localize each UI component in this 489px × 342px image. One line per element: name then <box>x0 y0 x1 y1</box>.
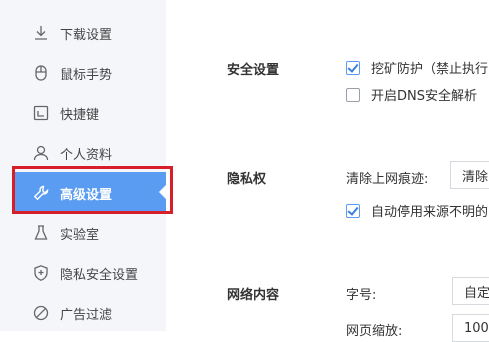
clear-traces-button[interactable]: 清除 <box>450 161 489 189</box>
sidebar-item-profile[interactable]: 个人资料 <box>12 133 166 173</box>
font-size-value: 自定 <box>464 285 489 301</box>
active-indicator-arrow <box>159 184 167 200</box>
sidebar-item-label: 高级设置 <box>60 187 113 203</box>
section-title-security: 安全设置 <box>227 63 280 78</box>
wrench-icon <box>32 184 50 202</box>
section-title-web-content: 网络内容 <box>227 288 280 303</box>
flask-icon <box>32 224 50 242</box>
sidebar-item-label: 快捷键 <box>60 107 100 123</box>
dns-security-label: 开启DNS安全解析 <box>371 89 477 104</box>
sidebar-item-download-settings[interactable]: 下载设置 <box>12 13 166 53</box>
sidebar-item-label: 隐私安全设置 <box>60 267 139 283</box>
sidebar-item-mouse-gestures[interactable]: 鼠标手势 <box>12 53 166 93</box>
sidebar-item-advanced-settings[interactable]: 高级设置 <box>12 172 167 214</box>
section-title-privacy: 隐私权 <box>227 172 267 187</box>
font-size-select[interactable]: 自定 <box>452 277 489 305</box>
auto-stop-label: 自动停用来源不明的 <box>371 205 489 220</box>
zoom-value: 100% <box>464 320 489 336</box>
sidebar-item-label: 广告过滤 <box>60 307 113 323</box>
sidebar-item-shortcuts[interactable]: 快捷键 <box>12 93 166 133</box>
sidebar-item-lab[interactable]: 实验室 <box>12 213 166 253</box>
zoom-select[interactable]: 100% <box>452 314 489 342</box>
user-icon <box>32 144 50 162</box>
sidebar-item-label: 下载设置 <box>60 27 113 43</box>
mining-protection-label: 挖矿防护（禁止执行 <box>371 62 489 77</box>
dns-security-option[interactable]: 开启DNS安全解析 <box>346 85 477 104</box>
mining-protection-checkbox[interactable] <box>346 60 360 75</box>
sidebar-item-label: 鼠标手势 <box>60 67 113 83</box>
sidebar-item-ad-filter[interactable]: 广告过滤 <box>12 293 166 333</box>
dns-security-checkbox[interactable] <box>346 87 360 102</box>
auto-stop-checkbox[interactable] <box>346 203 360 218</box>
clear-traces-button-label: 清除 <box>462 169 489 185</box>
download-icon <box>32 24 50 42</box>
zoom-label: 网页缩放: <box>346 324 403 339</box>
font-size-label: 字号: <box>346 288 377 303</box>
shield-icon <box>32 264 50 282</box>
mouse-icon <box>32 64 50 82</box>
settings-sidebar: 下载设置 鼠标手势 快捷键 个人资料 高级设置 实验室 隐私安全设置 广告过滤 <box>0 0 173 333</box>
block-icon <box>32 304 50 322</box>
clear-traces-label: 清除上网痕迹: <box>346 172 429 187</box>
sidebar-item-label: 实验室 <box>60 227 100 243</box>
sidebar-item-privacy-security[interactable]: 隐私安全设置 <box>12 253 166 293</box>
sidebar-item-label: 个人资料 <box>60 147 113 163</box>
keyboard-icon <box>32 104 50 122</box>
auto-stop-option[interactable]: 自动停用来源不明的 <box>346 201 488 220</box>
mining-protection-option[interactable]: 挖矿防护（禁止执行 <box>346 58 488 77</box>
